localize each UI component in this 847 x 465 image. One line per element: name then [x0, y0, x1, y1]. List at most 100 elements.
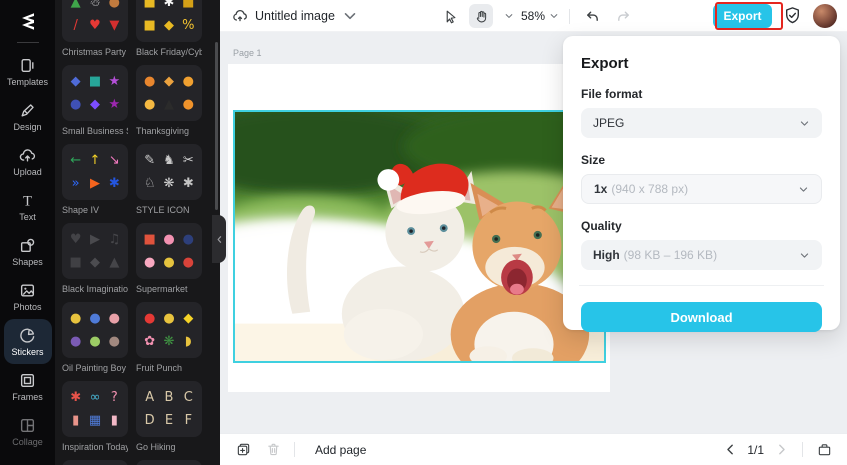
sticker-thumbnail[interactable]: ●	[183, 98, 194, 111]
sticker-thumbnail[interactable]: ■	[89, 75, 101, 88]
sticker-thumbnail[interactable]: ✱	[70, 391, 81, 404]
sticker-thumbnail[interactable]: ✱	[164, 0, 175, 9]
sticker-thumbnail[interactable]: ♥	[89, 19, 101, 32]
sticker-thumbnail[interactable]: ✎	[144, 154, 155, 167]
sticker-category-tile[interactable]: ♥ ▶ ♫ ■ ◆ ▲	[62, 223, 128, 279]
previous-page-button[interactable]	[719, 439, 741, 461]
panel-scrollbar[interactable]	[215, 42, 218, 210]
shield-check-icon[interactable]	[783, 6, 802, 25]
quality-select[interactable]: High (98 KB – 196 KB)	[581, 240, 822, 270]
sidebar-item-frames[interactable]: Frames	[4, 364, 52, 409]
sidebar-item-photos[interactable]: Photos	[4, 274, 52, 319]
sticker-thumbnail[interactable]: ↑	[90, 154, 101, 167]
sticker-thumbnail[interactable]: ●	[89, 312, 100, 325]
sticker-thumbnail[interactable]: ●	[109, 335, 120, 348]
sticker-thumbnail[interactable]: ●	[70, 312, 81, 325]
sidebar-item-shapes[interactable]: Shapes	[4, 229, 52, 274]
sidebar-item-collage[interactable]: Collage	[4, 409, 52, 454]
sticker-thumbnail[interactable]: A	[145, 391, 154, 404]
sticker-thumbnail[interactable]: ?	[111, 391, 118, 404]
sticker-thumbnail[interactable]: ●	[144, 98, 155, 111]
sticker-thumbnail[interactable]: ∞	[90, 391, 101, 404]
sticker-thumbnail[interactable]: ◆	[164, 19, 174, 32]
sticker-thumbnail[interactable]: ■	[70, 256, 82, 269]
sticker-thumbnail[interactable]: ✱	[183, 177, 194, 190]
user-avatar[interactable]	[813, 3, 837, 28]
sticker-thumbnail[interactable]: ●	[70, 335, 81, 348]
sticker-thumbnail[interactable]: /	[73, 19, 77, 32]
sticker-thumbnail[interactable]: ●	[109, 312, 120, 325]
sticker-thumbnail[interactable]: ◆	[183, 312, 193, 325]
sticker-category-tile[interactable]: ✎ ♞ ✂ ♘ ❋ ✱	[136, 144, 202, 200]
sticker-category-tile[interactable]: ✿✿❋	[136, 460, 202, 465]
sticker-thumbnail[interactable]: ●	[144, 75, 155, 88]
export-button[interactable]: Export	[713, 3, 772, 28]
sticker-thumbnail[interactable]: ●	[109, 0, 120, 9]
sticker-thumbnail[interactable]: ▲	[164, 98, 174, 111]
hand-tool-button[interactable]	[469, 4, 493, 28]
sticker-thumbnail[interactable]: ■	[144, 233, 156, 246]
sticker-thumbnail[interactable]: ★	[109, 75, 121, 88]
sticker-thumbnail[interactable]: ←	[70, 154, 81, 167]
sticker-thumbnail[interactable]: ▮	[111, 414, 118, 427]
size-select[interactable]: 1x (940 x 788 px)	[581, 174, 822, 204]
page[interactable]	[228, 64, 610, 392]
sticker-thumbnail[interactable]: ●	[163, 256, 174, 269]
sticker-thumbnail[interactable]: ▦	[89, 414, 101, 427]
sticker-thumbnail[interactable]: ●	[183, 233, 194, 246]
sticker-thumbnail[interactable]: ●	[144, 256, 155, 269]
sticker-thumbnail[interactable]: ♘	[144, 177, 156, 190]
sticker-category-tile[interactable]: ■ ✱ ■ ■ ◆%	[136, 0, 202, 42]
sticker-thumbnail[interactable]: ●	[183, 256, 194, 269]
layout-menu-button[interactable]	[500, 11, 514, 21]
sticker-category-tile[interactable]: ■ ● ● ● ● ●	[136, 223, 202, 279]
sticker-category-tile[interactable]: ● ● ● ● ● ●	[62, 302, 128, 358]
sticker-thumbnail[interactable]: ●	[183, 75, 194, 88]
sticker-category-tile[interactable]: ◆ ■ ★ ● ◆ ★	[62, 65, 128, 121]
sticker-thumbnail[interactable]: %	[182, 19, 194, 32]
sticker-thumbnail[interactable]: ●	[163, 312, 174, 325]
sticker-thumbnail[interactable]: C	[184, 391, 193, 404]
sticker-thumbnail[interactable]: ✿	[144, 335, 155, 348]
sticker-category-tile[interactable]: ← ↑ ↘ » ▶ ✱	[62, 144, 128, 200]
sticker-thumbnail[interactable]: ▲	[71, 0, 81, 9]
zoom-level-dropdown[interactable]: 58%	[521, 9, 559, 23]
sticker-thumbnail[interactable]: ♫	[109, 233, 121, 246]
delete-page-button[interactable]	[262, 439, 284, 461]
undo-button[interactable]	[580, 4, 604, 28]
sticker-thumbnail[interactable]: ●	[163, 233, 174, 246]
sidebar-item-templates[interactable]: Templates	[4, 49, 52, 94]
file-format-select[interactable]: JPEG	[581, 108, 822, 138]
sticker-thumbnail[interactable]: ▼	[109, 19, 119, 32]
briefcase-button[interactable]	[813, 439, 835, 461]
document-title-group[interactable]: Untitled image	[232, 8, 358, 24]
sidebar-item-text[interactable]: T Text	[4, 184, 52, 229]
sticker-thumbnail[interactable]: ↘	[109, 154, 120, 167]
sticker-thumbnail[interactable]: ★	[109, 98, 121, 111]
sticker-thumbnail[interactable]: »	[72, 177, 80, 190]
sticker-thumbnail[interactable]: ◆	[90, 98, 100, 111]
sticker-thumbnail[interactable]: ✱	[109, 177, 120, 190]
sticker-thumbnail[interactable]: ■	[144, 0, 156, 9]
sidebar-item-stickers[interactable]: Stickers	[3, 319, 52, 364]
sticker-category-tile[interactable]: ●✿◗	[62, 460, 128, 465]
download-button[interactable]: Download	[581, 302, 822, 332]
sticker-thumbnail[interactable]: ♥	[70, 233, 82, 246]
sticker-thumbnail[interactable]: ☃	[89, 0, 101, 9]
sticker-thumbnail[interactable]: ●	[70, 98, 81, 111]
sticker-thumbnail[interactable]: ◗	[185, 335, 192, 348]
kitten-image[interactable]	[233, 110, 606, 363]
sticker-category-tile[interactable]: ABC DEF	[136, 381, 202, 437]
sticker-thumbnail[interactable]: B	[165, 391, 174, 404]
sticker-thumbnail[interactable]: ▲	[109, 256, 119, 269]
duplicate-page-button[interactable]	[232, 439, 254, 461]
next-page-button[interactable]	[770, 439, 792, 461]
sticker-thumbnail[interactable]: ●	[89, 335, 100, 348]
sticker-thumbnail[interactable]: D	[145, 414, 155, 427]
select-tool-button[interactable]	[438, 4, 462, 28]
capcut-logo[interactable]	[0, 4, 55, 38]
sticker-thumbnail[interactable]: ▶	[90, 177, 100, 190]
sticker-thumbnail[interactable]: ◆	[164, 75, 174, 88]
sidebar-item-upload[interactable]: Upload	[4, 139, 52, 184]
sticker-thumbnail[interactable]: ◆	[71, 75, 81, 88]
